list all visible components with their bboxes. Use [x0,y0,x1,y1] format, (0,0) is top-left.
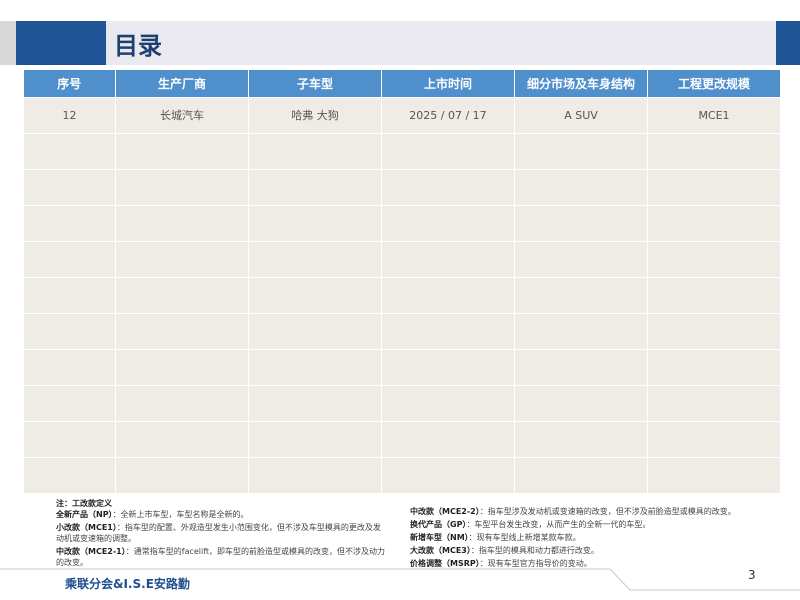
page-number: 3 [748,568,756,582]
footer-logo: 乘联分会&I.S.E安路勤 [65,577,190,591]
footer-divider [0,568,800,591]
